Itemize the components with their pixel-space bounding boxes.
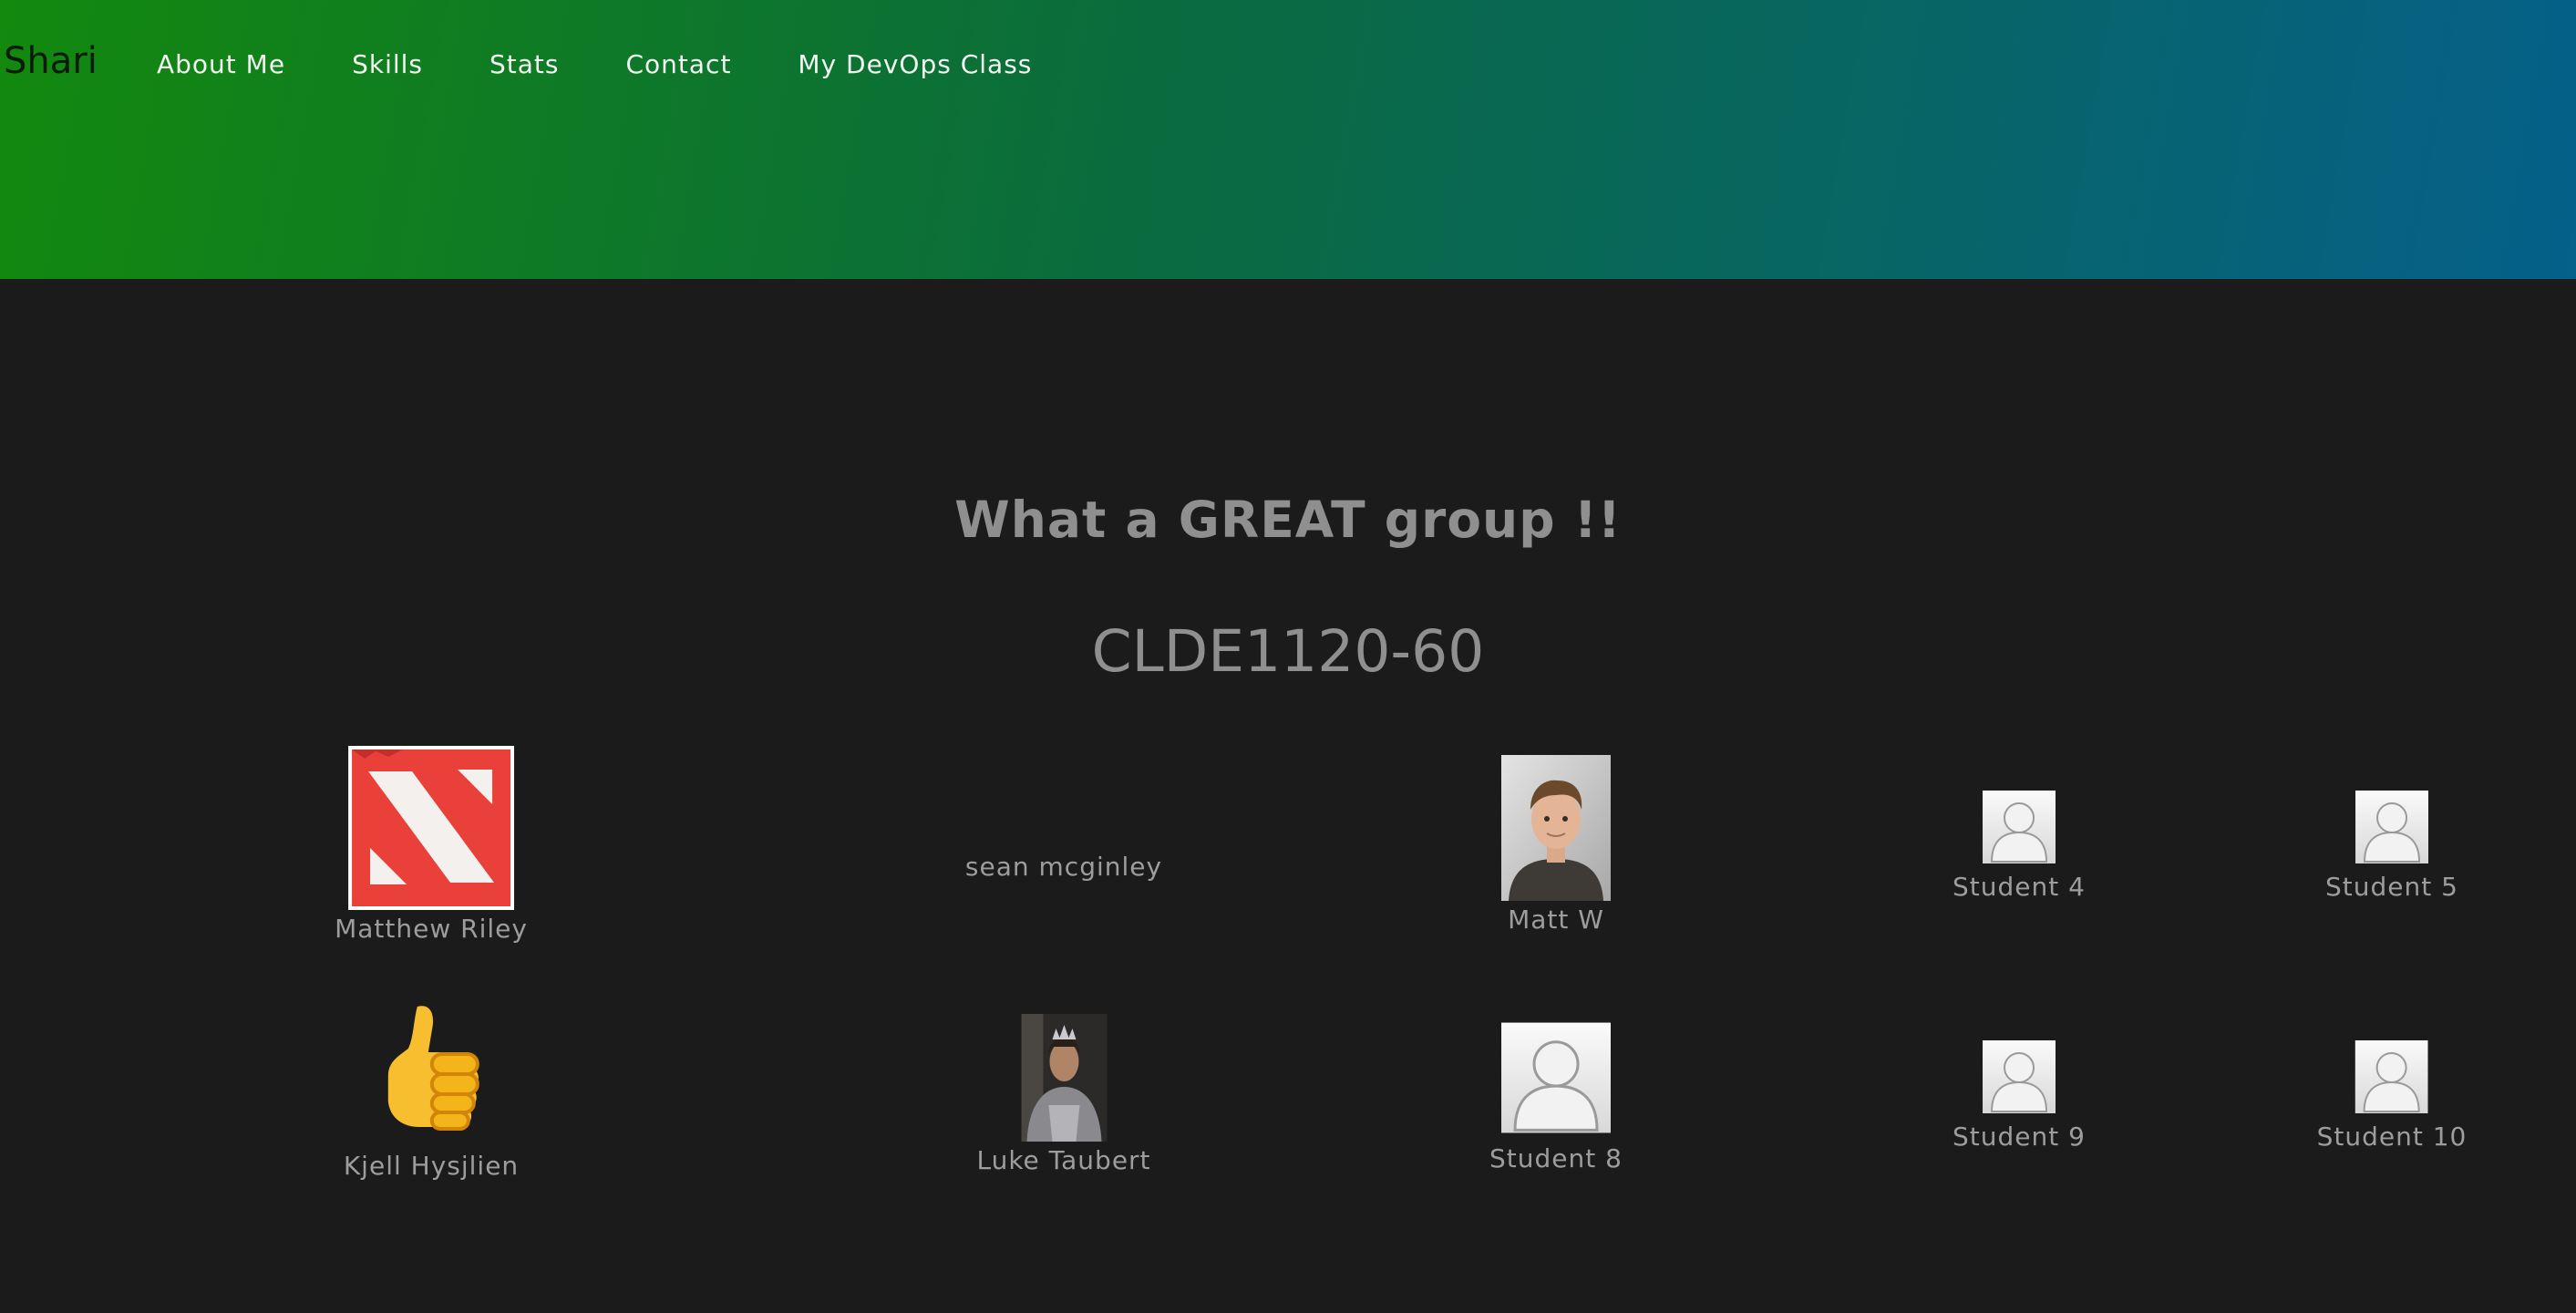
- student-card: Student 9: [1953, 1036, 2086, 1152]
- default-user-icon: [1501, 1020, 1611, 1135]
- nav-my-devops-class[interactable]: My DevOps Class: [798, 49, 1032, 79]
- student-card: Matthew Riley: [335, 746, 528, 944]
- main-nav: About Me Skills Stats Contact My DevOps …: [157, 49, 1032, 79]
- nav-stats[interactable]: Stats: [489, 49, 559, 79]
- default-user-icon: [2354, 1039, 2428, 1115]
- student-name: Matthew Riley: [335, 914, 528, 944]
- student-name: Luke Taubert: [976, 1145, 1151, 1175]
- person-photo-avatar: [1501, 755, 1611, 901]
- default-user-icon: [2355, 789, 2428, 865]
- default-user-icon: [1983, 789, 2056, 865]
- student-name: Student 4: [1953, 872, 2086, 902]
- student-name: Student 8: [1489, 1143, 1623, 1173]
- student-name: Kjell Hysjlien: [343, 1151, 520, 1181]
- student-name: Matt W: [1508, 905, 1604, 935]
- site-header: Shari About Me Skills Stats Contact My D…: [0, 0, 2576, 279]
- class-section: What a GREAT group !! CLDE1120-60 Matthe…: [0, 279, 2576, 1313]
- brand-logo-text[interactable]: Shari: [4, 40, 98, 82]
- red-game-logo-avatar: [347, 746, 514, 910]
- student-name: sean mcginley: [964, 852, 1163, 882]
- student-name: Student 10: [2316, 1122, 2468, 1152]
- nav-skills[interactable]: Skills: [352, 49, 423, 79]
- nav-contact[interactable]: Contact: [625, 49, 731, 79]
- student-card: Student 5: [2325, 786, 2458, 902]
- student-card: Student 10: [2317, 1036, 2468, 1152]
- student-name: Student 5: [2325, 872, 2458, 902]
- course-code: CLDE1120-60: [1091, 618, 1485, 685]
- page-headline: What a GREAT group !!: [954, 491, 1622, 549]
- student-card: Kjell Hysjlien: [344, 1001, 519, 1181]
- default-user-icon: [1983, 1039, 2056, 1115]
- student-card: Luke Taubert: [976, 1014, 1150, 1175]
- student-card: Matt W: [1501, 755, 1611, 935]
- armored-king-photo-avatar: [1021, 1014, 1107, 1142]
- student-card: Student 8: [1489, 1016, 1623, 1173]
- thumbs-up-icon: [387, 1006, 479, 1131]
- student-name: Student 9: [1953, 1122, 2086, 1152]
- student-card: Student 4: [1953, 786, 2086, 902]
- nav-about-me[interactable]: About Me: [157, 49, 285, 79]
